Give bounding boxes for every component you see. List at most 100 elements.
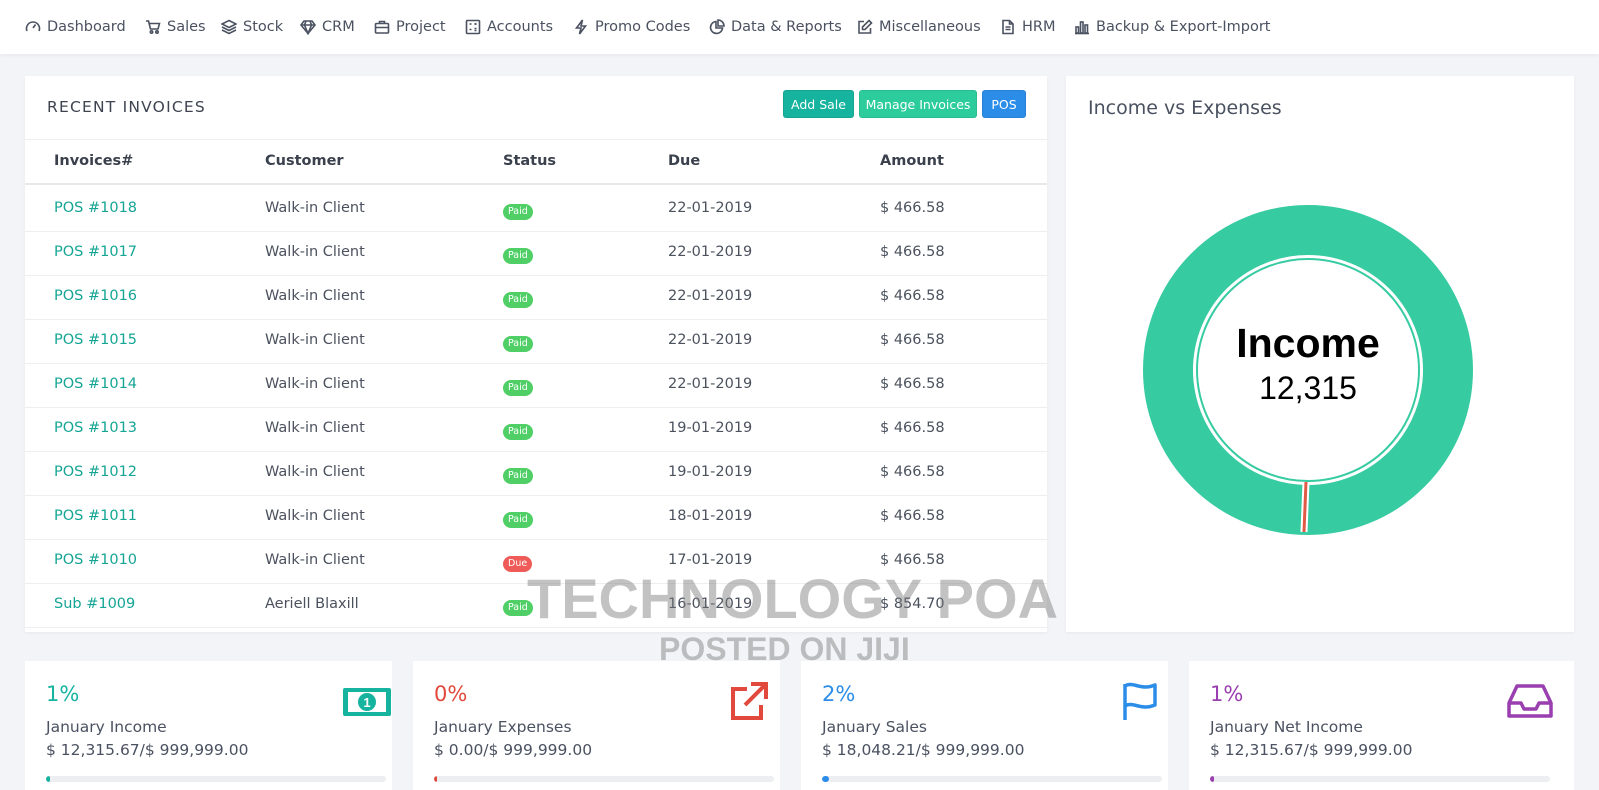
nav-item-promo-codes[interactable]: Promo Codes [573,17,690,37]
table-row[interactable]: POS #1012 Walk-in Client Paid 19-01-2019 $ 4… [25,451,1047,496]
nav-item-accounts[interactable]: Accounts [465,17,553,37]
nav-label: Promo Codes [595,19,691,35]
table-row[interactable]: POS #1011 Walk-in Client Paid 18-01-2019 $ 4… [25,495,1047,540]
invoice-link[interactable]: POS #1018 [54,200,137,216]
stat-card-net-income: 1% January Net Income $ 12,315.67/$ 999,… [1189,661,1574,790]
stat-percent: 0% [434,682,468,706]
progress-fill [822,776,829,782]
invoice-link[interactable]: POS #1016 [54,288,137,304]
amount-cell: $ 466.58 [880,332,945,348]
customer-cell: Aeriell Blaxill [265,596,359,612]
status-badge: Paid [503,336,533,352]
progress-fill [46,776,50,782]
nav-label: Stock [243,19,284,35]
nav-item-miscellaneous[interactable]: Miscellaneous [857,17,981,37]
nav-item-dashboard[interactable]: Dashboard [25,17,126,37]
progress-fill [1210,776,1214,782]
add-sale-button[interactable]: Add Sale [783,90,854,118]
top-navbar: Dashboard Sales Stock CRM Project Accoun… [0,0,1599,54]
amount-cell: $ 466.58 [880,420,945,436]
column-header-customer: Customer [265,153,344,169]
table-row[interactable]: POS #1015 Walk-in Client Paid 22-01-2019 $ 4… [25,319,1047,364]
amount-cell: $ 466.58 [880,288,945,304]
table-row[interactable]: POS #1016 Walk-in Client Paid 22-01-2019 $ 4… [25,275,1047,320]
status-badge: Paid [503,204,533,220]
nav-item-hrm[interactable]: HRM [1000,17,1056,37]
stat-value: $ 12,315.67/$ 999,999.00 [46,741,249,759]
expenses-slice[interactable] [1302,481,1308,533]
customer-cell: Walk-in Client [265,508,365,524]
nav-item-stock[interactable]: Stock [221,17,283,37]
stat-label: January Net Income [1210,718,1363,736]
external-link-icon [731,682,768,720]
table-row[interactable]: POS #1018 Walk-in Client Paid 22-01-2019 $ 4… [25,187,1047,232]
stat-card-sales: 2% January Sales $ 18,048.21/$ 999,999.0… [801,661,1168,790]
customer-cell: Walk-in Client [265,420,365,436]
table-row[interactable]: POS #1017 Walk-in Client Paid 22-01-2019 $ 4… [25,231,1047,276]
column-header-invoice: Invoices# [54,153,134,169]
nav-label: Backup & Export-Import [1096,19,1271,35]
column-header-amount: Amount [880,153,944,169]
stat-percent: 1% [46,682,80,706]
bar-chart-icon [1075,21,1089,35]
nav-item-backup[interactable]: Backup & Export-Import [1074,17,1271,37]
stat-percent: 1% [1210,682,1244,706]
dashboard-gauge-icon [25,21,41,32]
status-badge: Paid [503,468,533,484]
progress-fill [434,776,437,782]
svg-text:1: 1 [363,695,370,710]
manage-invoices-button[interactable]: Manage Invoices [859,90,977,118]
status-badge: Paid [503,424,533,440]
due-date-cell: 22-01-2019 [668,376,753,392]
briefcase-icon [374,20,390,34]
card-title: RECENT INVOICES [47,98,206,116]
watermark-line-2: POSTED ON JIJI [659,631,910,667]
invoice-link[interactable]: POS #1010 [54,552,137,568]
invoice-link[interactable]: Sub #1009 [54,596,135,612]
column-header-due: Due [668,153,701,169]
nav-label: Dashboard [47,19,126,35]
center-label: Income [1236,320,1380,366]
stat-card-expenses: 0% January Expenses $ 0.00/$ 999,999.00 [413,661,780,790]
nav-label: Accounts [487,19,554,35]
invoice-link[interactable]: POS #1013 [54,420,137,436]
table-row[interactable]: POS #1014 Walk-in Client Paid 22-01-2019 $ 4… [25,363,1047,408]
invoice-link[interactable]: POS #1017 [54,244,137,260]
pos-button[interactable]: POS [982,90,1026,118]
customer-cell: Walk-in Client [265,332,365,348]
customer-cell: Walk-in Client [265,244,365,260]
watermark-line-1: TECHNOLOGY POA [527,567,1059,630]
due-date-cell: 22-01-2019 [668,288,753,304]
due-date-cell: 22-01-2019 [668,332,753,348]
nav-item-sales[interactable]: Sales [145,17,206,37]
due-date-cell: 22-01-2019 [668,200,753,216]
bolt-icon [574,19,588,35]
column-header-status: Status [503,153,557,169]
donut-chart: Income 12,315 [1143,205,1473,535]
center-value: 12,315 [1259,370,1357,406]
pie-icon [709,19,725,35]
invoice-link[interactable]: POS #1012 [54,464,137,480]
stat-value: $ 0.00/$ 999,999.00 [434,741,593,759]
nav-item-crm[interactable]: CRM [300,17,355,37]
inbox-icon [1507,684,1553,718]
invoice-link[interactable]: POS #1011 [54,508,137,524]
layers-icon [221,19,237,35]
invoice-link[interactable]: POS #1014 [54,376,137,392]
nav-item-project[interactable]: Project [374,17,446,37]
table-header: Invoices# Customer Status Due Amount [25,139,1047,185]
money-icon: 1 [343,688,391,716]
nav-label: Data & Reports [731,19,842,35]
due-date-cell: 19-01-2019 [668,464,753,480]
customer-cell: Walk-in Client [265,288,365,304]
stat-percent: 2% [822,682,856,706]
progress-bar [822,776,1162,782]
amount-cell: $ 466.58 [880,200,945,216]
cart-icon [146,20,161,35]
nav-item-data-reports[interactable]: Data & Reports [709,17,842,37]
invoice-link[interactable]: POS #1015 [54,332,137,348]
customer-cell: Walk-in Client [265,464,365,480]
customer-cell: Walk-in Client [265,376,365,392]
table-row[interactable]: POS #1013 Walk-in Client Paid 19-01-2019 $ 4… [25,407,1047,452]
status-badge: Paid [503,380,533,396]
